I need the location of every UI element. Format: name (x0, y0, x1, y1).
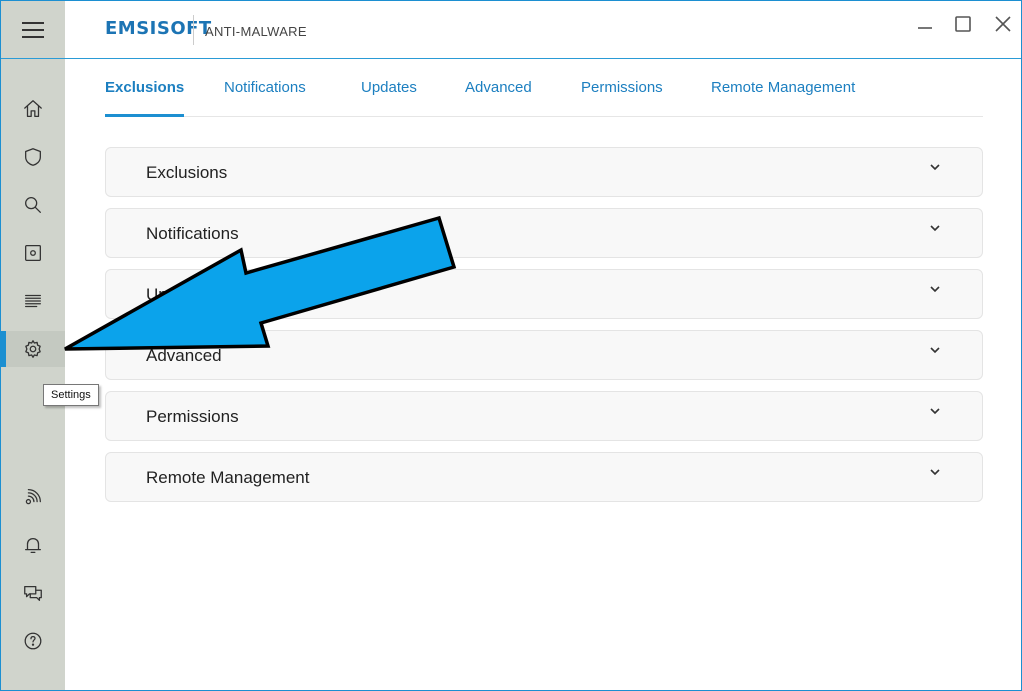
panel-notifications[interactable]: Notifications (105, 208, 983, 258)
shield-icon (25, 148, 41, 166)
sidebar-item-feedback[interactable] (1, 575, 65, 611)
minimize-button[interactable] (914, 13, 936, 35)
sidebar-item-quarantine[interactable] (1, 235, 65, 271)
home-icon (24, 100, 42, 117)
maximize-icon (955, 16, 971, 32)
chevron-down-icon (928, 465, 942, 479)
close-icon (995, 16, 1011, 32)
chevron-down-icon (928, 404, 942, 418)
brand-divider (193, 15, 194, 45)
sidebar-item-cloud-console[interactable] (1, 479, 65, 515)
wifi-signal-icon (25, 489, 41, 505)
maximize-button[interactable] (952, 13, 974, 35)
panel-label: Permissions (146, 407, 239, 426)
sidebar-item-help[interactable] (1, 623, 65, 659)
panel-label: Advanced (146, 346, 222, 365)
tab-notifications[interactable]: Notifications (224, 79, 306, 117)
help-icon (24, 632, 42, 650)
chevron-down-icon (928, 221, 942, 235)
settings-tabs: Exclusions Notifications Updates Advance… (105, 71, 983, 117)
logs-icon (25, 294, 41, 308)
tab-exclusions[interactable]: Exclusions (105, 79, 185, 117)
sidebar-item-home[interactable] (1, 91, 65, 127)
sidebar (1, 1, 65, 690)
sidebar-item-protection[interactable] (1, 139, 65, 175)
panel-label: Updates (146, 285, 210, 304)
app-window: EMSISOFT ANTI-MALWARE Exclusions Notific… (0, 0, 1022, 691)
panel-exclusions[interactable]: Exclusions (105, 147, 983, 197)
bell-icon (25, 537, 41, 553)
sidebar-item-scan[interactable] (1, 187, 65, 223)
menu-button[interactable] (1, 1, 65, 59)
tab-updates[interactable]: Updates (361, 79, 417, 117)
panel-label: Remote Management (146, 468, 310, 487)
close-button[interactable] (992, 13, 1014, 35)
product-name: ANTI-MALWARE (205, 24, 307, 39)
sidebar-item-settings[interactable] (1, 331, 65, 367)
chat-icon (24, 585, 42, 601)
hamburger-icon (22, 21, 44, 38)
sidebar-item-notifications[interactable] (1, 527, 65, 563)
chevron-down-icon (928, 343, 942, 357)
title-bar: EMSISOFT ANTI-MALWARE (65, 1, 1021, 59)
sidebar-item-logs[interactable] (1, 283, 65, 319)
panel-advanced[interactable]: Advanced (105, 330, 983, 380)
search-icon (25, 197, 41, 213)
tab-advanced[interactable]: Advanced (465, 79, 532, 117)
chevron-down-icon (928, 282, 942, 296)
tab-permissions[interactable]: Permissions (581, 79, 663, 117)
tab-remote-management[interactable]: Remote Management (711, 79, 855, 117)
brand-logo: EMSISOFT (105, 18, 212, 39)
settings-tooltip: Settings (43, 384, 99, 406)
panel-label: Exclusions (146, 163, 228, 182)
panel-updates[interactable]: Updates (105, 269, 983, 319)
minimize-icon (918, 27, 932, 29)
panel-permissions[interactable]: Permissions (105, 391, 983, 441)
panel-remote-management[interactable]: Remote Management (105, 452, 983, 502)
gear-icon (25, 340, 41, 358)
quarantine-icon (25, 245, 41, 261)
chevron-down-icon (928, 160, 942, 174)
panel-label: Notifications (146, 224, 239, 243)
